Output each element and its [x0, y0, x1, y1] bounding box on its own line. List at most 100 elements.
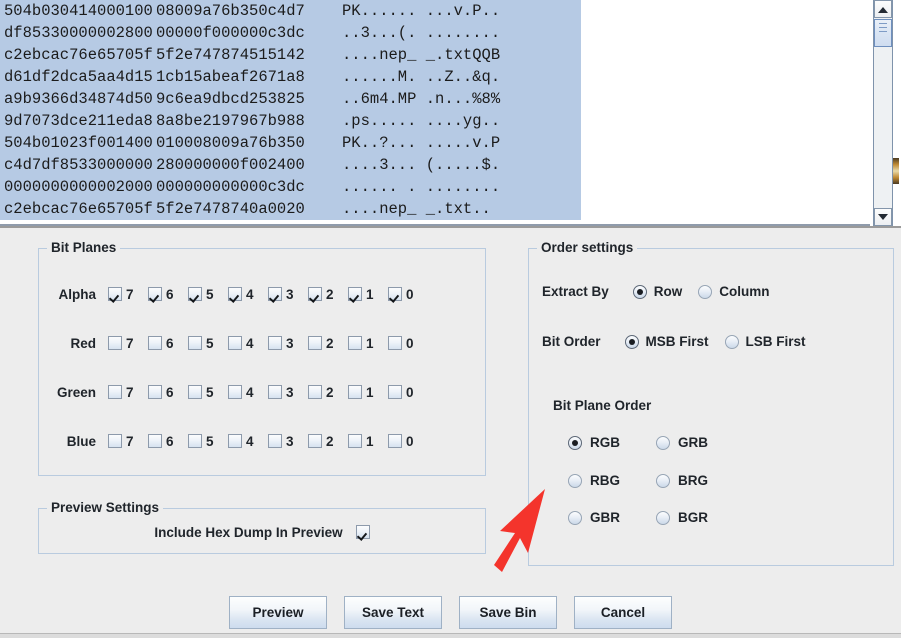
order-settings-panel-title: Order settings: [537, 240, 638, 255]
extract-by-row-radio[interactable]: [632, 284, 647, 299]
bit-order-lsb-first-radio[interactable]: [724, 334, 739, 349]
dialog-button-bar: Preview Save Text Save Bin Cancel: [0, 592, 901, 632]
checkbox-red-bit-5[interactable]: [188, 336, 202, 350]
checkbox-alpha-bit-2[interactable]: [308, 287, 322, 301]
bit-plane-row-red: Red 7 6 5 4 3 2 1 0: [0, 330, 448, 356]
bit-plane-cell: 6: [148, 385, 188, 400]
include-hex-dump-row[interactable]: Include Hex Dump In Preview: [38, 520, 486, 544]
bit-plane-cell: 3: [268, 434, 308, 449]
checkbox-red-bit-1[interactable]: [348, 336, 362, 350]
bit-index-label: 7: [126, 433, 134, 449]
bit-plane-cell: 0: [388, 287, 428, 302]
hex-dump-line: df85330000002800 00000f000000c3dc ..3...(.…: [0, 22, 581, 44]
bit-plane-cell: 7: [108, 434, 148, 449]
preview-button[interactable]: Preview: [229, 595, 327, 629]
scrollbar-track[interactable]: [874, 47, 892, 208]
hex-offset-column: c2ebcac76e65705f: [4, 46, 153, 64]
checkbox-green-bit-2[interactable]: [308, 385, 322, 399]
checkbox-blue-bit-6[interactable]: [148, 434, 162, 448]
bit-index-label: 0: [406, 335, 414, 351]
bit-plane-cell: 3: [268, 385, 308, 400]
hex-offset-column: c2ebcac76e65705f: [4, 200, 153, 218]
checkbox-blue-bit-4[interactable]: [228, 434, 242, 448]
bit-plane-order-brg[interactable]: BRG: [656, 473, 708, 488]
save-bin-button[interactable]: Save Bin: [459, 595, 557, 629]
checkbox-green-bit-5[interactable]: [188, 385, 202, 399]
bit-plane-order-rgb[interactable]: RGB: [568, 435, 620, 450]
checkbox-green-bit-3[interactable]: [268, 385, 282, 399]
bit-index-label: 6: [166, 335, 174, 351]
bit-plane-order-bgr-radio[interactable]: [656, 510, 670, 525]
checkbox-blue-bit-7[interactable]: [108, 434, 122, 448]
bit-order-msb-first-radio[interactable]: [624, 334, 639, 349]
checkbox-green-bit-6[interactable]: [148, 385, 162, 399]
bit-index-label: 5: [206, 384, 214, 400]
checkbox-alpha-bit-3[interactable]: [268, 287, 282, 301]
bit-plane-order-gbr[interactable]: GBR: [568, 510, 620, 525]
bit-plane-order-gbr-radio[interactable]: [568, 510, 582, 525]
checkbox-green-bit-4[interactable]: [228, 385, 242, 399]
extract-by-column-radio[interactable]: [698, 284, 713, 299]
bit-plane-cell: 1: [348, 287, 388, 302]
hex-offset-column: d61df2dca5aa4d15: [4, 68, 153, 86]
extract-by-column[interactable]: Column: [698, 284, 770, 299]
checkbox-blue-bit-0[interactable]: [388, 434, 402, 448]
bit-plane-order-rbg-radio[interactable]: [568, 473, 582, 488]
bit-plane-order-bgr[interactable]: BGR: [656, 510, 708, 525]
checkbox-blue-bit-2[interactable]: [308, 434, 322, 448]
bit-plane-order-brg-label: BRG: [678, 473, 708, 488]
checkbox-alpha-bit-0[interactable]: [388, 287, 402, 301]
checkbox-blue-bit-1[interactable]: [348, 434, 362, 448]
hex-dump-vertical-scrollbar[interactable]: [873, 0, 893, 226]
checkbox-red-bit-2[interactable]: [308, 336, 322, 350]
checkbox-green-bit-0[interactable]: [388, 385, 402, 399]
bit-plane-cell: 1: [348, 336, 388, 351]
checkbox-alpha-bit-4[interactable]: [228, 287, 242, 301]
save-text-button[interactable]: Save Text: [344, 595, 442, 629]
bit-plane-cell: 5: [188, 336, 228, 351]
hex-bytes-column: 5f2e747874515142: [156, 46, 305, 64]
checkbox-red-bit-4[interactable]: [228, 336, 242, 350]
checkbox-red-bit-3[interactable]: [268, 336, 282, 350]
bit-index-label: 7: [126, 384, 134, 400]
bit-plane-channel-label: Red: [70, 335, 96, 351]
include-hex-dump-checkbox[interactable]: [355, 525, 370, 539]
bit-order-msb-first[interactable]: MSB First: [624, 334, 709, 349]
hex-dump-line: c2ebcac76e65705f 5f2e7478740a0020 ....nep_…: [0, 198, 581, 220]
bit-plane-order-rgb-radio[interactable]: [568, 435, 582, 450]
bit-plane-cell: 2: [308, 287, 348, 302]
checkbox-alpha-bit-5[interactable]: [188, 287, 202, 301]
hex-dump-text-area[interactable]: 504b030414000100 08009a76b350c4d7 PK......…: [0, 0, 870, 226]
hex-ascii-column: ......M. ..Z..&q.: [342, 68, 501, 86]
bit-order-lsb-first[interactable]: LSB First: [724, 334, 806, 349]
checkbox-alpha-bit-6[interactable]: [148, 287, 162, 301]
preview-settings-panel-title: Preview Settings: [47, 500, 164, 515]
bit-plane-order-rbg[interactable]: RBG: [568, 473, 620, 488]
bit-index-label: 1: [366, 433, 374, 449]
scroll-down-arrow-icon[interactable]: [874, 208, 892, 226]
bit-plane-order-grb[interactable]: GRB: [656, 435, 708, 450]
bit-plane-order-brg-radio[interactable]: [656, 473, 670, 488]
checkbox-blue-bit-3[interactable]: [268, 434, 282, 448]
checkbox-blue-bit-5[interactable]: [188, 434, 202, 448]
checkbox-red-bit-0[interactable]: [388, 336, 402, 350]
checkbox-alpha-bit-1[interactable]: [348, 287, 362, 301]
checkbox-red-bit-6[interactable]: [148, 336, 162, 350]
bit-index-label: 1: [366, 286, 374, 302]
cancel-button[interactable]: Cancel: [574, 595, 672, 629]
checkbox-green-bit-1[interactable]: [348, 385, 362, 399]
extract-by-row[interactable]: Row: [632, 284, 682, 299]
bit-index-label: 4: [246, 335, 254, 351]
bit-plane-order-heading: Bit Plane Order: [553, 398, 652, 413]
checkbox-green-bit-7[interactable]: [108, 385, 122, 399]
checkbox-alpha-bit-7[interactable]: [108, 287, 122, 301]
scroll-up-arrow-icon[interactable]: [874, 0, 892, 18]
bit-plane-cell: 0: [388, 336, 428, 351]
bit-plane-cell: 7: [108, 287, 148, 302]
bit-order-label: Bit Order: [542, 334, 601, 349]
hex-dump-lines: 504b030414000100 08009a76b350c4d7 PK......…: [0, 0, 581, 220]
checkbox-red-bit-7[interactable]: [108, 336, 122, 350]
scrollbar-thumb[interactable]: [874, 19, 892, 47]
bit-plane-cell: 6: [148, 434, 188, 449]
bit-plane-order-grb-radio[interactable]: [656, 435, 670, 450]
